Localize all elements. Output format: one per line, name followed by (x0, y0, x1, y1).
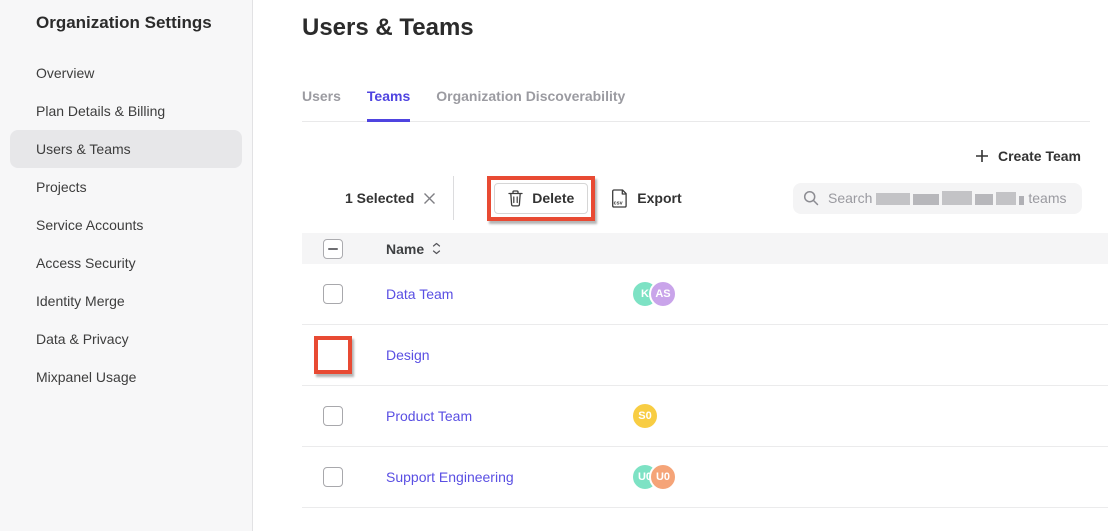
sidebar-item-mixpanel-usage[interactable]: Mixpanel Usage (0, 358, 252, 396)
table-row: Support Engineering U0 U0 (302, 447, 1108, 508)
main-panel: Users & Teams Users Teams Organization D… (253, 0, 1108, 531)
selection-toolbar: 1 Selected Delete (253, 176, 1082, 220)
sidebar-item-users-teams[interactable]: Users & Teams (10, 130, 242, 168)
team-name-link[interactable]: Data Team (386, 286, 631, 302)
select-all-checkbox-wrap (323, 239, 343, 259)
sidebar-item-access-security[interactable]: Access Security (0, 244, 252, 282)
organization-settings-page: Organization Settings Overview Plan Deta… (0, 0, 1108, 531)
avatar: S0 (631, 402, 659, 430)
select-all-checkbox[interactable] (323, 239, 343, 259)
member-avatars: K AS (631, 280, 677, 308)
toolbar-divider (453, 176, 454, 220)
trash-icon (508, 190, 523, 207)
svg-text:csv: csv (614, 200, 623, 206)
search-placeholder-redacted (876, 191, 1024, 205)
table-row: Data Team K AS (302, 264, 1108, 325)
team-name-link[interactable]: Product Team (386, 408, 631, 424)
team-name-link[interactable]: Support Engineering (386, 469, 631, 485)
create-team-row: Create Team (253, 148, 1081, 164)
sidebar-title: Organization Settings (36, 13, 252, 33)
tab-teams[interactable]: Teams (367, 88, 410, 122)
export-button[interactable]: csv Export (611, 189, 681, 208)
page-title: Users & Teams (302, 14, 1108, 42)
row-checkbox-checked[interactable] (323, 345, 343, 365)
table-header-row: Name (302, 233, 1108, 264)
sidebar-item-data-privacy[interactable]: Data & Privacy (0, 320, 252, 358)
export-label: Export (637, 190, 681, 206)
row-checkbox-wrap (323, 284, 343, 304)
sidebar-item-plan-details-billing[interactable]: Plan Details & Billing (0, 92, 252, 130)
selected-text: 1 Selected (345, 190, 414, 206)
member-avatars: S0 (631, 402, 659, 430)
avatar: AS (649, 280, 677, 308)
create-team-button[interactable]: Create Team (975, 148, 1081, 164)
delete-label: Delete (532, 190, 574, 206)
sidebar-item-identity-merge[interactable]: Identity Merge (0, 282, 252, 320)
plus-icon (975, 149, 989, 163)
selection-count: 1 Selected (345, 190, 436, 206)
sidebar-item-service-accounts[interactable]: Service Accounts (0, 206, 252, 244)
row-checkbox[interactable] (323, 467, 343, 487)
sidebar-item-overview[interactable]: Overview (0, 54, 252, 92)
search-input[interactable]: Search teams (793, 183, 1082, 214)
tab-organization-discoverability[interactable]: Organization Discoverability (436, 88, 625, 122)
tab-bar: Users Teams Organization Discoverability (302, 88, 1090, 122)
csv-file-icon: csv (611, 189, 628, 208)
member-avatars: U0 U0 (631, 463, 677, 491)
create-team-label: Create Team (998, 148, 1081, 164)
sidebar-item-projects[interactable]: Projects (0, 168, 252, 206)
tab-users[interactable]: Users (302, 88, 341, 122)
clear-selection-button[interactable] (423, 192, 436, 205)
team-name-link[interactable]: Design (386, 347, 631, 363)
table-row: Product Team S0 (302, 386, 1108, 447)
sidebar: Organization Settings Overview Plan Deta… (0, 0, 253, 531)
delete-annotation-box: Delete (487, 176, 595, 221)
row-checkbox-wrap (323, 345, 343, 365)
sidebar-nav: Overview Plan Details & Billing Users & … (0, 54, 252, 396)
row-checkbox-wrap (323, 467, 343, 487)
row-checkbox[interactable] (323, 406, 343, 426)
row-checkbox-wrap (323, 406, 343, 426)
search-placeholder: Search teams (828, 190, 1066, 206)
sort-icon[interactable] (432, 242, 441, 255)
delete-button[interactable]: Delete (494, 183, 588, 214)
row-checkbox[interactable] (323, 284, 343, 304)
avatar: U0 (649, 463, 677, 491)
name-column-header[interactable]: Name (386, 241, 441, 257)
search-icon (803, 190, 819, 206)
table-row: Design (302, 325, 1108, 386)
teams-table: Name Data Team K AS (302, 233, 1108, 508)
